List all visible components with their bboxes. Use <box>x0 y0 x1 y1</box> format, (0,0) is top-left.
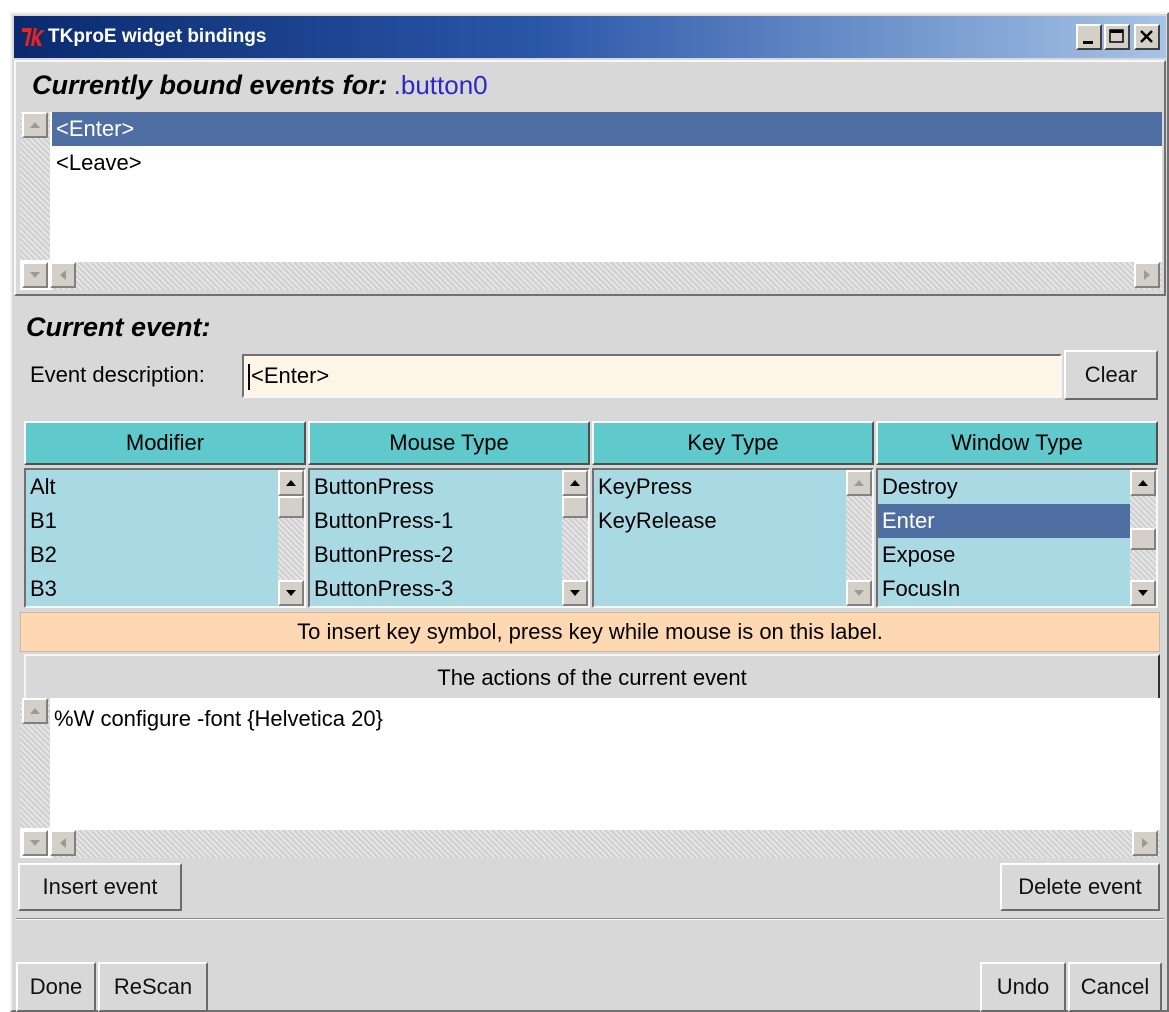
scroll-right-arrow[interactable] <box>1132 830 1158 856</box>
window-title: TKproE widget bindings <box>48 26 267 47</box>
actions-header: The actions of the current event <box>24 654 1160 702</box>
arrow-right-icon <box>1142 838 1148 848</box>
key-type-item[interactable]: KeyRelease <box>594 504 846 538</box>
event-description-value: <Enter> <box>251 363 330 388</box>
arrow-up-icon <box>854 480 864 486</box>
arrow-up-icon <box>286 480 296 486</box>
bound-events-listbox[interactable]: <Enter> <Leave> <box>20 112 1162 290</box>
window-type-item[interactable]: Enter <box>878 504 1130 538</box>
mouse-type-header: Mouse Type <box>308 421 590 465</box>
scroll-down-arrow[interactable] <box>22 830 48 856</box>
scroll-up-arrow[interactable] <box>22 698 48 724</box>
modifier-scroll-thumb[interactable] <box>278 496 304 518</box>
modifier-header: Modifier <box>24 421 306 465</box>
maximize-icon <box>1109 29 1124 43</box>
bound-events-panel: Currently bound events for: .button0 <En… <box>14 60 1166 296</box>
mouse-type-scroll-thumb[interactable] <box>562 496 588 518</box>
key-type-header: Key Type <box>592 421 874 465</box>
scroll-down-arrow[interactable] <box>846 580 872 606</box>
actions-text: %W configure -font {Helvetica 20} <box>54 706 383 731</box>
mouse-type-item[interactable]: ButtonPress-2 <box>310 538 562 572</box>
actions-hscroll[interactable] <box>52 830 1160 858</box>
key-type-listbox[interactable]: KeyPress KeyRelease <box>592 468 874 608</box>
modifier-item[interactable]: B2 <box>26 538 278 572</box>
bound-events-header: Currently bound events for: .button0 <box>32 70 488 101</box>
scroll-up-arrow[interactable] <box>1130 470 1156 496</box>
close-icon <box>1140 30 1153 43</box>
done-button[interactable]: Done <box>16 962 96 1012</box>
mouse-type-item[interactable]: ButtonPress-3 <box>310 572 562 606</box>
arrow-down-icon <box>570 590 580 596</box>
current-event-header: Current event: <box>26 312 211 342</box>
mouse-type-listbox[interactable]: ButtonPress ButtonPress-1 ButtonPress-2 … <box>308 468 590 608</box>
arrow-down-icon <box>30 272 40 278</box>
arrow-down-icon <box>286 590 296 596</box>
mouse-type-item[interactable]: ButtonPress-1 <box>310 504 562 538</box>
window-type-listbox[interactable]: Destroy Enter Expose FocusIn <box>876 468 1158 608</box>
window-type-item[interactable]: Expose <box>878 538 1130 572</box>
arrow-down-icon <box>30 840 40 846</box>
scroll-down-arrow[interactable] <box>562 580 588 606</box>
modifier-listbox[interactable]: Alt B1 B2 B3 <box>24 468 306 608</box>
scroll-down-arrow[interactable] <box>1130 580 1156 606</box>
scroll-down-arrow[interactable] <box>22 262 48 288</box>
arrow-left-icon <box>60 838 66 848</box>
mouse-type-item[interactable]: ButtonPress <box>310 470 562 504</box>
window-type-header: Window Type <box>876 421 1158 465</box>
scroll-up-arrow[interactable] <box>278 470 304 496</box>
bound-events-items: <Enter> <Leave> <box>52 112 1162 260</box>
tk-logo-icon <box>22 28 45 46</box>
cancel-button[interactable]: Cancel <box>1068 962 1162 1012</box>
scroll-up-arrow[interactable] <box>846 470 872 496</box>
modifier-item[interactable]: B1 <box>26 504 278 538</box>
key-symbol-hint[interactable]: To insert key symbol, press key while mo… <box>20 612 1160 652</box>
event-description-label: Event description: <box>30 362 205 387</box>
scroll-left-arrow[interactable] <box>50 262 76 288</box>
modifier-item[interactable]: Alt <box>26 470 278 504</box>
arrow-right-icon <box>1144 270 1150 280</box>
widget-name: .button0 <box>393 70 488 100</box>
minimize-button[interactable] <box>1076 24 1102 50</box>
arrow-left-icon <box>60 270 66 280</box>
minimize-icon <box>1083 41 1093 44</box>
key-type-item[interactable]: KeyPress <box>594 470 846 504</box>
rescan-button[interactable]: ReScan <box>98 962 208 1012</box>
bound-event-item[interactable]: <Leave> <box>52 146 1162 180</box>
clear-button[interactable]: Clear <box>1064 350 1158 400</box>
window-type-item[interactable]: Destroy <box>878 470 1130 504</box>
text-cursor <box>248 364 250 391</box>
undo-button[interactable]: Undo <box>980 962 1066 1012</box>
event-description-input[interactable]: <Enter> <box>242 354 1062 398</box>
arrow-up-icon <box>570 480 580 486</box>
arrow-up-icon <box>30 708 40 714</box>
window-type-scroll-thumb[interactable] <box>1130 528 1156 550</box>
scroll-right-arrow[interactable] <box>1134 262 1160 288</box>
arrow-down-icon <box>854 590 864 596</box>
title-bar[interactable]: TKproE widget bindings <box>14 16 1166 58</box>
close-button[interactable] <box>1134 24 1160 50</box>
delete-event-button[interactable]: Delete event <box>1000 863 1160 911</box>
arrow-up-icon <box>1138 480 1148 486</box>
scroll-down-arrow[interactable] <box>278 580 304 606</box>
scroll-left-arrow[interactable] <box>50 830 76 856</box>
arrow-up-icon <box>30 122 40 128</box>
bindings-window: TKproE widget bindings Currently bound e… <box>10 12 1169 1012</box>
modifier-item[interactable]: B3 <box>26 572 278 606</box>
window-type-item[interactable]: FocusIn <box>878 572 1130 606</box>
scroll-up-arrow[interactable] <box>22 112 48 138</box>
bound-events-hscroll[interactable] <box>52 262 1162 290</box>
separator <box>16 918 1164 920</box>
actions-textarea[interactable]: %W configure -font {Helvetica 20} <box>20 698 1160 858</box>
bound-events-label: Currently bound events for: <box>32 70 388 100</box>
maximize-button[interactable] <box>1104 24 1130 50</box>
bound-event-item[interactable]: <Enter> <box>52 112 1162 146</box>
scroll-up-arrow[interactable] <box>562 470 588 496</box>
insert-event-button[interactable]: Insert event <box>18 863 182 911</box>
arrow-down-icon <box>1138 590 1148 596</box>
